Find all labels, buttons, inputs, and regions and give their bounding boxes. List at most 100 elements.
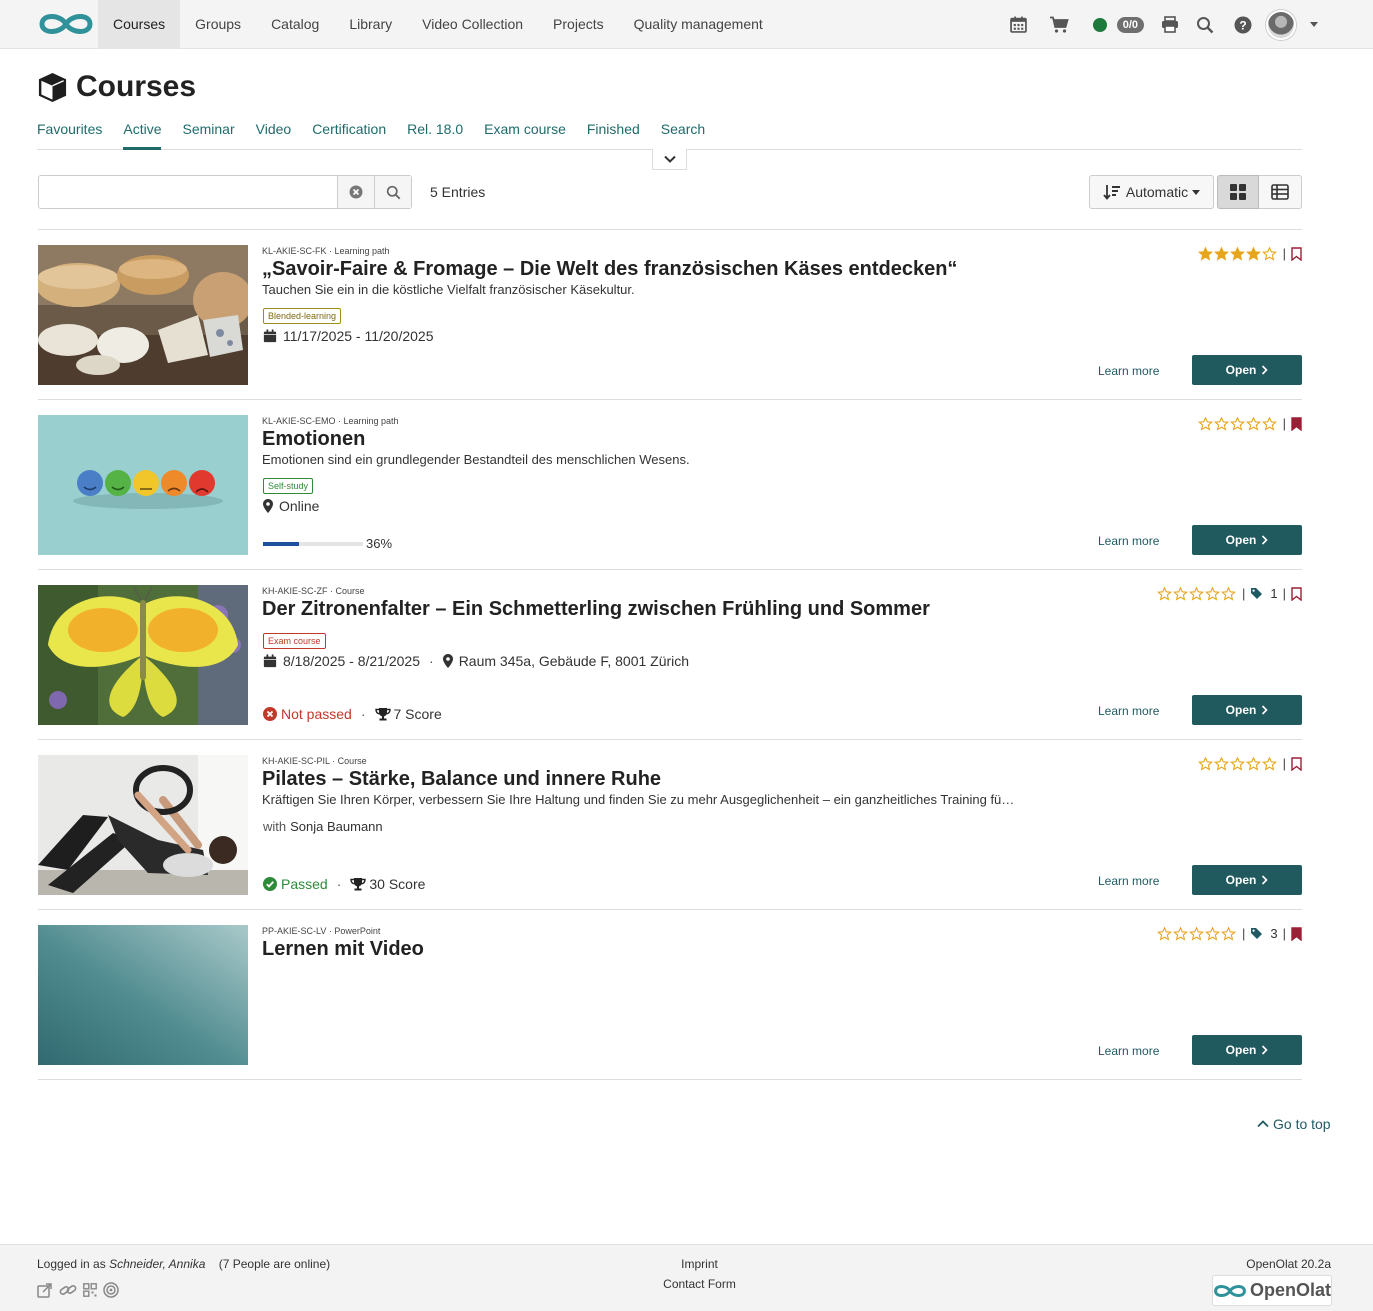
shopping-cart-icon[interactable] — [1049, 16, 1069, 34]
nav-item-projects[interactable]: Projects — [538, 0, 619, 49]
calendar-icon[interactable] — [1009, 16, 1027, 33]
star-icon[interactable] — [1261, 756, 1277, 771]
search-input[interactable] — [39, 176, 337, 208]
star-icon[interactable] — [1213, 416, 1229, 431]
rating-stars[interactable] — [1156, 586, 1237, 601]
star-icon[interactable] — [1229, 756, 1245, 771]
nav-item-video-collection[interactable]: Video Collection — [407, 0, 538, 49]
star-icon[interactable] — [1188, 926, 1204, 941]
star-icon[interactable] — [1245, 756, 1261, 771]
page-header: Courses — [37, 70, 196, 104]
status-dot-icon — [1092, 17, 1107, 32]
score-text: 30 Score — [369, 876, 426, 892]
rating-stars[interactable] — [1197, 246, 1278, 261]
course-title[interactable]: Lernen mit Video — [262, 938, 424, 961]
tab-video[interactable]: Video — [256, 110, 292, 150]
learn-more-link[interactable]: Learn more — [1098, 534, 1159, 548]
tab-exam-course[interactable]: Exam course — [484, 110, 566, 150]
star-icon[interactable] — [1245, 246, 1261, 261]
rating-stars[interactable] — [1197, 756, 1278, 771]
course-thumbnail[interactable] — [38, 245, 248, 385]
rating-stars[interactable] — [1197, 416, 1278, 431]
imprint-link[interactable]: Imprint — [681, 1257, 718, 1271]
chevron-right-icon — [1262, 1045, 1268, 1055]
online-status[interactable]: 0/0 — [1092, 16, 1144, 33]
rating-stars[interactable] — [1156, 926, 1237, 941]
tab-favourites[interactable]: Favourites — [37, 110, 102, 150]
star-icon[interactable] — [1213, 756, 1229, 771]
search-icon[interactable] — [1196, 16, 1214, 34]
course-title[interactable]: Der Zitronenfalter – Ein Schmetterling z… — [262, 598, 930, 621]
course-thumbnail[interactable] — [38, 755, 248, 895]
open-button[interactable]: Open — [1192, 1035, 1302, 1065]
star-icon[interactable] — [1213, 246, 1229, 261]
course-title[interactable]: Emotionen — [262, 428, 365, 451]
bookmark-icon[interactable] — [1291, 926, 1302, 941]
star-icon[interactable] — [1188, 586, 1204, 601]
course-thumbnail[interactable] — [38, 925, 248, 1065]
star-icon[interactable] — [1172, 586, 1188, 601]
star-icon[interactable] — [1172, 926, 1188, 941]
star-icon[interactable] — [1245, 416, 1261, 431]
star-icon[interactable] — [1204, 586, 1220, 601]
course-thumbnail[interactable] — [38, 585, 248, 725]
tab-seminar[interactable]: Seminar — [182, 110, 234, 150]
star-icon[interactable] — [1204, 926, 1220, 941]
search-button[interactable] — [374, 176, 411, 208]
clear-search-button[interactable] — [337, 176, 374, 208]
tab-rel-18[interactable]: Rel. 18.0 — [407, 110, 463, 150]
openolat-logo[interactable] — [38, 9, 94, 39]
tags-icon[interactable] — [1250, 927, 1264, 940]
open-button[interactable]: Open — [1192, 695, 1302, 725]
learn-more-link[interactable]: Learn more — [1098, 1044, 1159, 1058]
star-icon[interactable] — [1156, 586, 1172, 601]
tab-search[interactable]: Search — [661, 110, 705, 150]
learn-more-link[interactable]: Learn more — [1098, 704, 1159, 718]
course-location: Online — [263, 498, 319, 514]
nav-item-quality-management[interactable]: Quality management — [619, 0, 778, 49]
bookmark-icon[interactable] — [1291, 756, 1302, 771]
course-thumbnail[interactable] — [38, 415, 248, 555]
open-button[interactable]: Open — [1192, 525, 1302, 555]
bookmark-icon[interactable] — [1291, 246, 1302, 261]
cube-icon — [38, 72, 67, 102]
star-icon[interactable] — [1156, 926, 1172, 941]
contact-form-link[interactable]: Contact Form — [663, 1277, 736, 1291]
print-icon[interactable] — [1161, 16, 1179, 33]
sort-dropdown[interactable]: Automatic — [1089, 175, 1214, 209]
nav-item-catalog[interactable]: Catalog — [256, 0, 334, 49]
bookmark-icon[interactable] — [1291, 416, 1302, 431]
star-icon[interactable] — [1197, 756, 1213, 771]
help-icon[interactable]: ? — [1234, 16, 1252, 34]
bookmark-icon[interactable] — [1291, 586, 1302, 601]
expand-filters-button[interactable] — [652, 149, 687, 170]
openolat-brand-badge[interactable]: OpenOlat — [1212, 1275, 1332, 1306]
star-icon[interactable] — [1261, 416, 1277, 431]
chevron-right-icon — [1262, 705, 1268, 715]
nav-item-library[interactable]: Library — [334, 0, 407, 49]
tab-active[interactable]: Active — [123, 110, 162, 150]
star-icon[interactable] — [1229, 416, 1245, 431]
nav-item-courses[interactable]: Courses — [98, 0, 181, 49]
star-icon[interactable] — [1220, 926, 1236, 941]
chevron-down-icon[interactable] — [1310, 22, 1318, 27]
avatar[interactable] — [1266, 9, 1296, 40]
star-icon[interactable] — [1220, 586, 1236, 601]
course-title[interactable]: „Savoir-Faire & Fromage – Die Welt des f… — [262, 258, 957, 281]
grid-view-button[interactable] — [1217, 175, 1259, 209]
star-icon[interactable] — [1197, 246, 1213, 261]
tags-icon[interactable] — [1250, 587, 1264, 600]
table-view-button[interactable] — [1259, 175, 1302, 209]
nav-item-groups[interactable]: Groups — [180, 0, 256, 49]
star-icon[interactable] — [1197, 416, 1213, 431]
star-icon[interactable] — [1261, 246, 1277, 261]
go-to-top-link[interactable]: Go to top — [1257, 1116, 1331, 1132]
tab-certification[interactable]: Certification — [312, 110, 386, 150]
open-button[interactable]: Open — [1192, 865, 1302, 895]
learn-more-link[interactable]: Learn more — [1098, 874, 1159, 888]
learn-more-link[interactable]: Learn more — [1098, 364, 1159, 378]
tab-finished[interactable]: Finished — [587, 110, 640, 150]
course-title[interactable]: Pilates – Stärke, Balance und innere Ruh… — [262, 768, 661, 791]
open-button[interactable]: Open — [1192, 355, 1302, 385]
star-icon[interactable] — [1229, 246, 1245, 261]
